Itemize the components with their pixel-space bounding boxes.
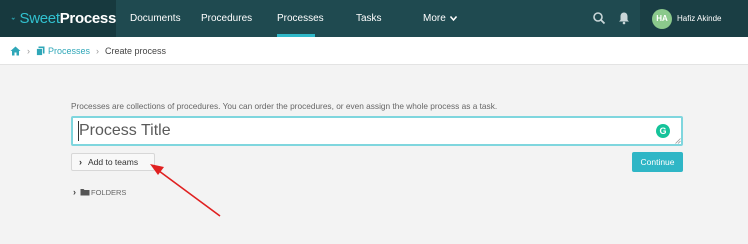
chevron-down-icon bbox=[449, 16, 457, 21]
home-icon[interactable] bbox=[10, 46, 21, 56]
breadcrumb: › Processes › Create process bbox=[0, 37, 748, 65]
user-menu[interactable]: HA Hafiz Akinde bbox=[640, 0, 748, 37]
process-title-input[interactable] bbox=[71, 116, 683, 146]
chevron-right-icon: › bbox=[79, 157, 82, 167]
nav-more[interactable]: More bbox=[423, 0, 457, 37]
add-to-teams-label: Add to teams bbox=[88, 157, 139, 167]
brand-logo[interactable]: SweetProcess bbox=[0, 0, 116, 37]
brand-text-sweet: Sweet bbox=[19, 10, 61, 27]
brand-text-process: Process bbox=[59, 10, 117, 27]
text-cursor bbox=[78, 121, 79, 141]
nav-processes[interactable]: Processes bbox=[277, 0, 324, 37]
search-icon[interactable] bbox=[592, 11, 606, 25]
breadcrumb-separator-icon: › bbox=[27, 45, 30, 56]
processes-icon bbox=[36, 46, 45, 56]
folder-icon bbox=[80, 189, 90, 196]
folders-toggle[interactable]: › FOLDERS bbox=[73, 187, 126, 197]
nav-procedures[interactable]: Procedures bbox=[201, 0, 252, 37]
nav-more-label: More bbox=[423, 13, 446, 24]
breadcrumb-separator-icon: › bbox=[96, 45, 100, 56]
nav-tasks[interactable]: Tasks bbox=[356, 0, 382, 37]
resize-handle-icon[interactable] bbox=[675, 138, 681, 144]
folders-label: FOLDERS bbox=[91, 187, 127, 197]
user-name: Hafiz Akinde bbox=[677, 14, 722, 23]
continue-button[interactable]: Continue bbox=[632, 152, 683, 172]
logo-icon bbox=[11, 16, 16, 20]
breadcrumb-processes-link[interactable]: Processes bbox=[36, 46, 90, 56]
breadcrumb-processes-label: Processes bbox=[48, 45, 91, 56]
process-description: Processes are collections of procedures.… bbox=[71, 101, 498, 111]
breadcrumb-current: Create process bbox=[105, 45, 167, 56]
chevron-right-icon: › bbox=[73, 187, 76, 197]
add-to-teams-button[interactable]: › Add to teams bbox=[71, 153, 155, 171]
bell-icon[interactable] bbox=[617, 11, 631, 25]
avatar: HA bbox=[652, 8, 672, 29]
nav-documents[interactable]: Documents bbox=[130, 0, 181, 37]
grammarly-icon[interactable]: G bbox=[656, 124, 670, 138]
